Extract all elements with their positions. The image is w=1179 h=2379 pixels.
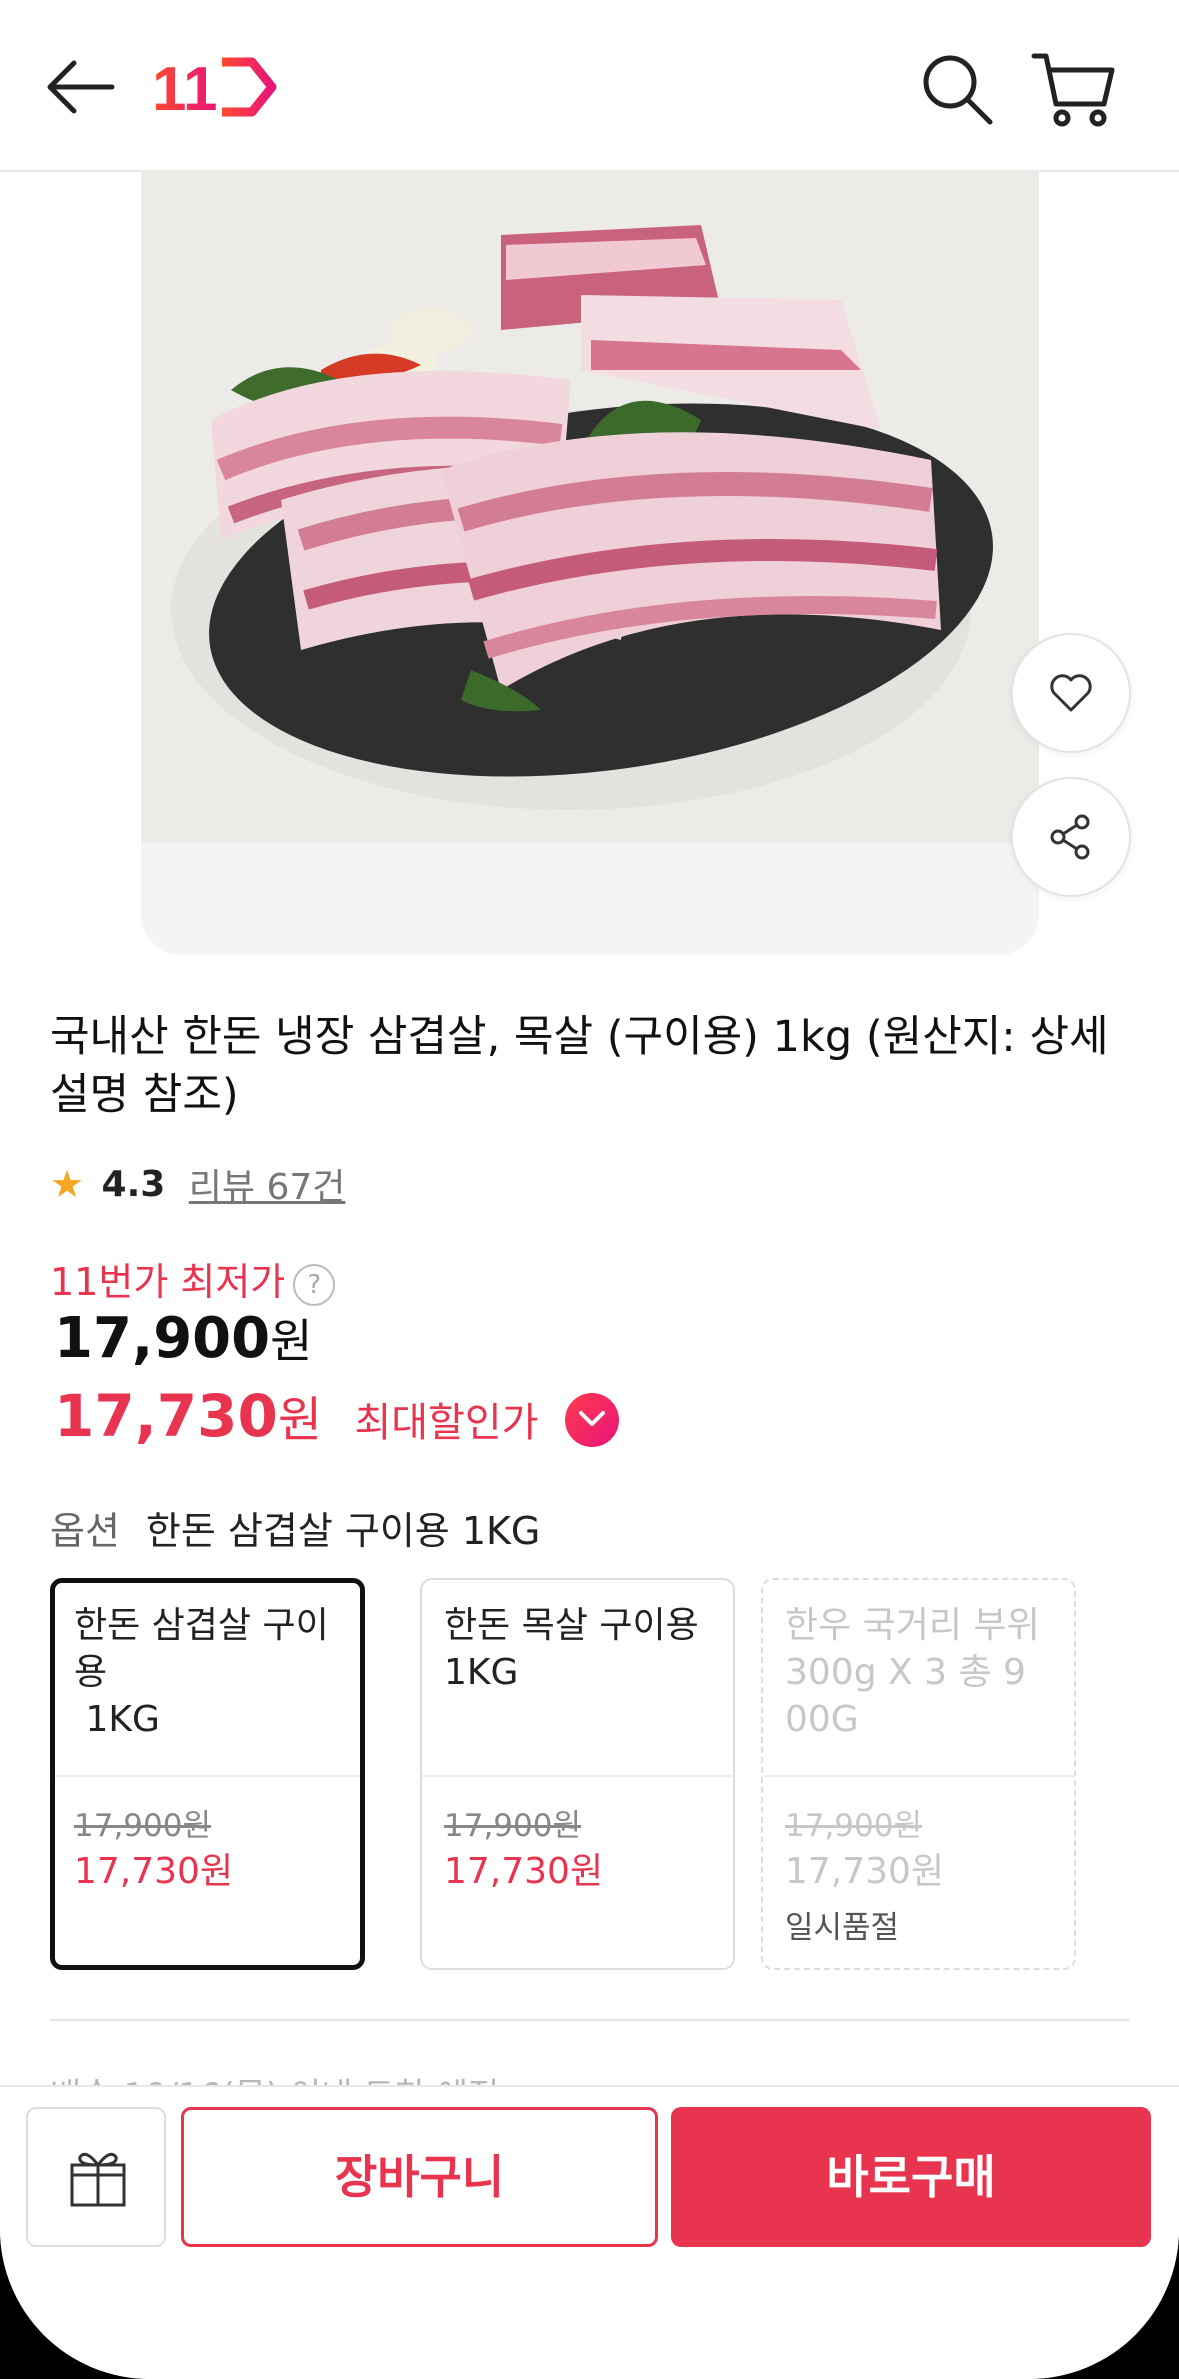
- option-name: 한돈 삼겹살 구이용 1KG: [74, 1605, 329, 1740]
- option-name: 한우 국거리 부위 300g X 3 총 9 00G: [785, 1605, 1040, 1740]
- option-card-pork-belly[interactable]: 한돈 삼겹살 구이용 1KG 17,900원 17,730원: [50, 1578, 365, 1970]
- share-button[interactable]: [1011, 777, 1131, 897]
- option-sale-price: 17,730원: [74, 1851, 234, 1892]
- regular-price: 17,900원: [54, 1305, 312, 1371]
- option-card-beef-soup: 한우 국거리 부위 300g X 3 총 9 00G 17,900원 17,73…: [761, 1578, 1076, 1970]
- search-icon[interactable]: [918, 50, 998, 130]
- chevron-down-icon[interactable]: [564, 1392, 619, 1447]
- rating-score: 4.3: [101, 1163, 166, 1205]
- option-original-price: 17,900원: [785, 1808, 922, 1844]
- add-to-cart-button[interactable]: 장바구니: [181, 2107, 658, 2247]
- product-title: 국내산 한돈 냉장 삼겹살, 목살 (구이용) 1kg (원산지: 상세설명 참…: [50, 1012, 1109, 1120]
- option-card-pork-neck[interactable]: 한돈 목살 구이용 1KG 17,900원 17,730원: [420, 1578, 735, 1970]
- option-divider: [422, 1775, 733, 1777]
- share-icon: [1050, 814, 1090, 860]
- regular-price-unit: 원: [270, 1314, 313, 1368]
- option-summary: 옵션 한돈 삼겹살 구이용 1KG: [50, 1500, 540, 1555]
- product-image-frame: [141, 170, 1039, 955]
- gift-icon: [70, 2152, 126, 2207]
- sale-price-unit: 원: [277, 1392, 322, 1448]
- buy-now-button[interactable]: 바로구매: [671, 2107, 1151, 2247]
- max-discount-label: 최대할인가: [354, 1400, 539, 1446]
- sale-price-value: 17,730: [54, 1382, 278, 1450]
- option-sale-price: 17,730원: [785, 1851, 945, 1892]
- option-original-price: 17,900원: [444, 1808, 581, 1844]
- regular-price-value: 17,900: [54, 1306, 271, 1371]
- option-divider: [55, 1775, 360, 1777]
- sold-out-status: 일시품절: [785, 1910, 900, 1946]
- option-sale-price: 17,730원: [444, 1851, 604, 1892]
- option-name: 한돈 목살 구이용 1KG: [444, 1605, 699, 1693]
- option-selected-value: 한돈 삼겹살 구이용 1KG: [145, 1509, 541, 1553]
- option-key: 옵션: [50, 1509, 120, 1553]
- gift-button[interactable]: [26, 2107, 166, 2247]
- phone-screen: 11 국내산 한돈 냉장 삼겹살, 목살 (구이용) 1kg (원산지: 상세설…: [0, 0, 1179, 2379]
- logo-text: 11: [152, 55, 218, 122]
- top-nav-bar: 11: [0, 0, 1179, 172]
- max-discount-price: 17,730원 최대할인가: [54, 1380, 619, 1450]
- back-arrow-icon[interactable]: [42, 52, 122, 122]
- option-divider: [763, 1775, 1074, 1777]
- product-photo[interactable]: [141, 170, 1039, 843]
- cart-icon[interactable]: [1030, 50, 1118, 130]
- review-count-link[interactable]: 리뷰 67건: [189, 1167, 346, 1208]
- star-icon: ★: [50, 1162, 85, 1206]
- bottom-action-bar: 장바구니 바로구매: [0, 2085, 1179, 2379]
- wishlist-button[interactable]: [1011, 633, 1131, 753]
- lowest-price-text: 11번가 최저가: [50, 1260, 286, 1304]
- section-divider: [50, 2019, 1129, 2021]
- help-icon[interactable]: ?: [293, 1263, 336, 1306]
- heart-icon: [1050, 674, 1092, 712]
- rating-row: ★ 4.3 리뷰 67건: [50, 1158, 345, 1208]
- 11st-logo[interactable]: 11: [152, 52, 277, 124]
- option-original-price: 17,900원: [74, 1808, 211, 1844]
- lowest-price-label: 11번가 최저가?: [50, 1251, 336, 1306]
